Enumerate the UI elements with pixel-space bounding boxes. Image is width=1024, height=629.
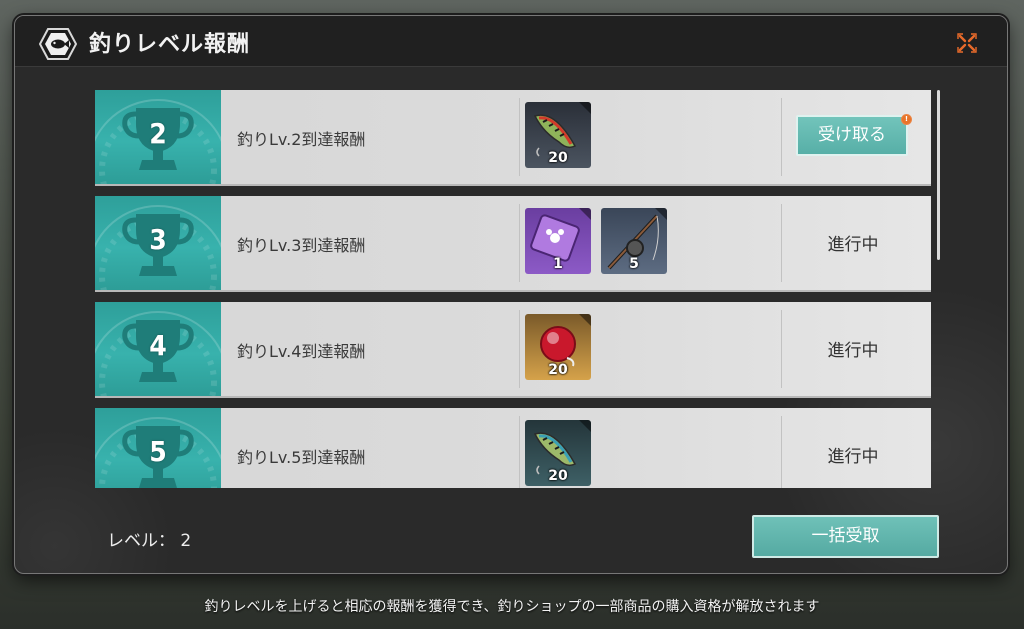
- level-badge: 2: [95, 90, 221, 184]
- item-count: 20: [548, 468, 568, 484]
- reward-row-level-4: 4 釣りLv.4到達報酬 20 進行中: [95, 302, 931, 398]
- divider: [781, 98, 782, 176]
- dialog-title: 釣りレベル報酬: [89, 32, 251, 57]
- divider: [519, 98, 520, 176]
- reward-item[interactable]: 20: [525, 420, 591, 486]
- reward-item[interactable]: 5: [601, 208, 667, 274]
- item-count: 5: [629, 256, 639, 272]
- divider: [519, 416, 520, 488]
- reward-row-level-5: 5 釣りLv.5到達報酬 20 進行中: [95, 408, 931, 488]
- list-scrollbar[interactable]: [937, 90, 940, 260]
- status-text: 進行中: [827, 447, 879, 467]
- item-count: 20: [548, 150, 568, 166]
- level-badge: 4: [95, 302, 221, 396]
- hint-text: 釣りレベルを上げると相応の報酬を獲得でき、釣りショップの一部商品の購入資格が解放…: [204, 599, 820, 615]
- level-number: 5: [149, 435, 167, 468]
- alert-icon: !: [901, 114, 912, 125]
- fishing-level-reward-dialog: 釣りレベル報酬 2 釣りLv.2到達報酬 20 受け取る ! 3 釣りLv.3到…: [14, 15, 1008, 574]
- item-corner: [579, 314, 591, 326]
- divider: [781, 416, 782, 488]
- reward-item[interactable]: 20: [525, 314, 591, 380]
- close-icon[interactable]: [957, 33, 977, 53]
- divider: [519, 310, 520, 388]
- item-corner: [579, 420, 591, 432]
- level-label: レベル：: [107, 531, 175, 551]
- divider: [781, 204, 782, 282]
- level-number: 2: [149, 117, 167, 150]
- status-text: 進行中: [827, 235, 879, 255]
- current-level: レベル： 2: [107, 526, 191, 551]
- item-corner: [579, 102, 591, 114]
- claim-all-button[interactable]: 一括受取: [752, 515, 939, 558]
- title-bar: 釣りレベル報酬: [15, 16, 1007, 67]
- claim-button[interactable]: 受け取る: [796, 115, 908, 156]
- item-corner: [579, 208, 591, 220]
- level-value: 2: [180, 531, 192, 551]
- reward-item[interactable]: 1: [525, 208, 591, 274]
- status-text: 進行中: [827, 341, 879, 361]
- level-badge: 5: [95, 408, 221, 488]
- item-count: 20: [548, 362, 568, 378]
- reward-row-level-2: 2 釣りLv.2到達報酬 20 受け取る !: [95, 90, 931, 186]
- item-count: 1: [553, 256, 563, 272]
- reward-row-level-3: 3 釣りLv.3到達報酬 1 5 進行中: [95, 196, 931, 292]
- reward-list[interactable]: 2 釣りLv.2到達報酬 20 受け取る ! 3 釣りLv.3到達報酬 1 5 …: [95, 90, 931, 488]
- reward-title: 釣りLv.5到達報酬: [237, 448, 366, 467]
- fish-icon: [38, 28, 78, 60]
- item-corner: [655, 208, 667, 220]
- divider: [519, 204, 520, 282]
- level-number: 4: [149, 329, 167, 362]
- reward-title: 釣りLv.3到達報酬: [237, 236, 366, 255]
- level-badge: 3: [95, 196, 221, 290]
- divider: [781, 310, 782, 388]
- reward-title: 釣りLv.4到達報酬: [237, 342, 366, 361]
- reward-title: 釣りLv.2到達報酬: [237, 130, 366, 149]
- reward-item[interactable]: 20: [525, 102, 591, 168]
- level-number: 3: [149, 223, 167, 256]
